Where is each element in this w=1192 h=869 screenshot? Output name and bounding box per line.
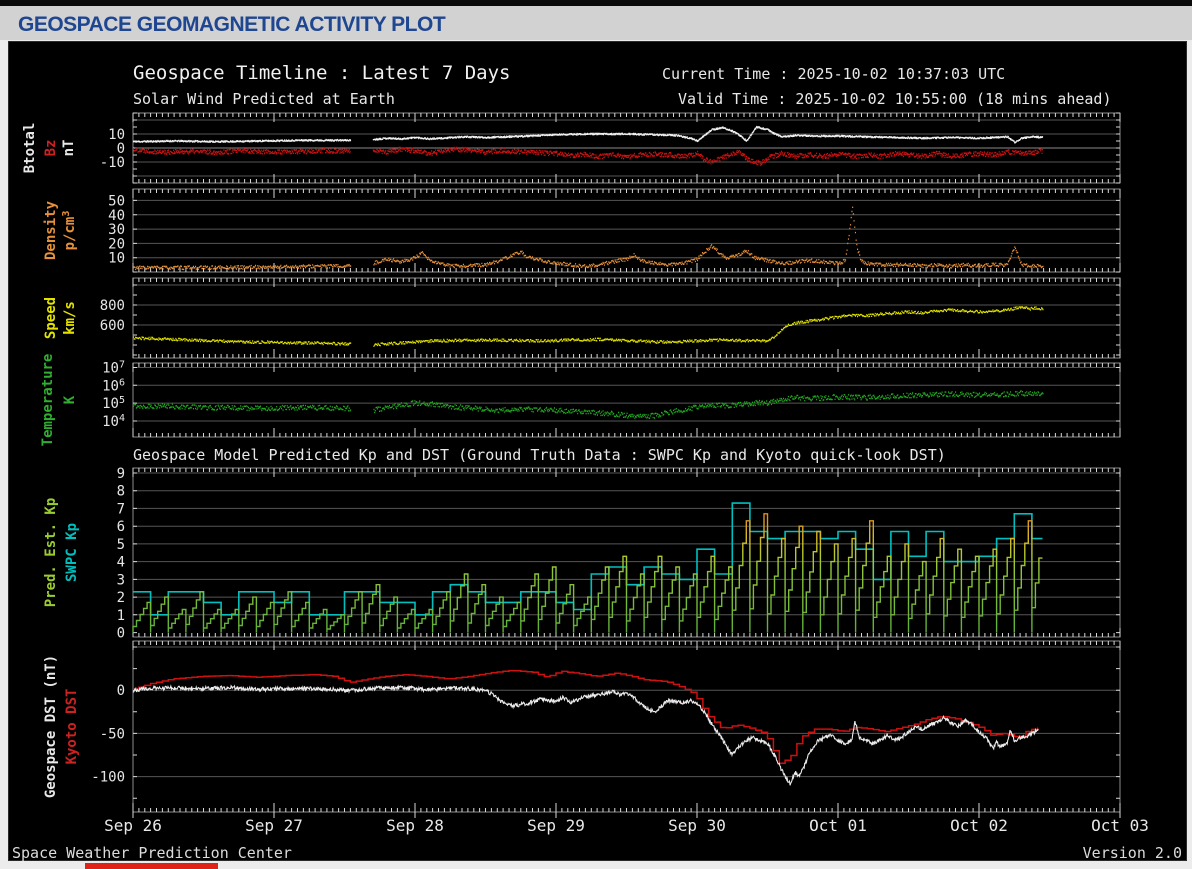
- footer-version-label: Version 2.0: [1082, 844, 1182, 862]
- panel-border: [132, 277, 1121, 359]
- y-tick-label: 4: [117, 555, 125, 571]
- x-ticks: [132, 363, 1121, 437]
- x-tick-label: Sep 28: [386, 816, 444, 835]
- page: GEOSPACE GEOMAGNETIC ACTIVITY PLOT 10 0 -1…: [0, 0, 1192, 869]
- y-tick-label: 6: [117, 519, 125, 535]
- y-ticks: [133, 199, 1120, 273]
- axis-label-density: Density: [43, 200, 59, 260]
- y-ticks: [133, 284, 1120, 356]
- bottom-red-bar: [85, 863, 218, 869]
- x-tick-label: Oct 03: [1091, 816, 1149, 835]
- series-kyoto-dst: [133, 669, 1039, 765]
- axis-label-p-cm: p/cm3: [61, 211, 78, 251]
- x-tick-label: Sep 29: [527, 816, 585, 835]
- y-tick-label: 2: [117, 590, 125, 606]
- y-tick-label: 3: [117, 572, 125, 588]
- x-tick-label: Oct 01: [809, 816, 867, 835]
- x-ticks: [132, 641, 1121, 818]
- series-geospace-dst: [132, 684, 1039, 786]
- y-tick-label: 5: [117, 537, 125, 553]
- x-axis-labels: Sep 26 Sep 27 Sep 28 Sep 29 Sep 30 Oct 01 Oct …: [104, 816, 1149, 835]
- x-ticks: [132, 278, 1121, 358]
- current-time-label: Current Time : 2025-10-02 10:37:03 UTC: [662, 65, 1006, 83]
- series-btotal: [133, 125, 1044, 144]
- y-tick-label: 8: [117, 484, 125, 500]
- x-tick-label: Sep 30: [668, 816, 726, 835]
- plot-title: Geospace Timeline : Latest 7 Days: [133, 62, 511, 84]
- series-speed: [133, 306, 1044, 347]
- axis-label-kyoto-dst: Kyoto DST: [64, 689, 80, 765]
- axis-label-k: K: [62, 395, 78, 404]
- y-tick-label: -10: [100, 155, 125, 171]
- axis-label-btotal: Btotal: [22, 123, 38, 174]
- panel-temp: 107106105104 Temperature K: [40, 354, 1121, 447]
- y-tick-label: 7: [117, 501, 125, 517]
- series-bz: [133, 146, 1044, 167]
- series-density: [133, 206, 1044, 271]
- axis-label-bz: Bz: [43, 140, 59, 157]
- axis-label-temperature: Temperature: [40, 354, 56, 447]
- valid-time-label: Valid Time : 2025-10-02 10:55:00 (18 min…: [678, 90, 1112, 108]
- axis-label-km-s: km/s: [62, 301, 78, 335]
- y-tick-label: 9: [117, 466, 125, 482]
- axis-label-swpc-kp: SWPC Kp: [64, 523, 80, 582]
- footer-source-label: Space Weather Prediction Center: [12, 844, 292, 862]
- panel-speed: 800 600 Speed km/s: [43, 277, 1121, 359]
- series-temperature: [133, 390, 1044, 420]
- axis-label-geospace-dst-nt-: Geospace DST (nT): [43, 655, 59, 798]
- panel-density: 5040302010Density p/cm3: [43, 188, 1121, 273]
- plot-subtitle: Solar Wind Predicted at Earth: [133, 90, 395, 108]
- panel-kp: 9876543210Pred. Est. Kp SWPC Kp: [43, 466, 1121, 642]
- axis-label-nt: nT: [61, 140, 77, 157]
- panel-mag: 100-10Btotal Bz nT: [22, 112, 1121, 184]
- x-tick-label: Sep 27: [245, 816, 303, 835]
- panel-border: [132, 362, 1121, 438]
- panel-dst: 0 -50 -100 Geospace DST (nT) Kyoto DST: [43, 640, 1121, 818]
- axis-label-speed: Speed: [43, 297, 59, 339]
- y-tick-label: -50: [100, 726, 125, 742]
- y-tick-label: 800: [100, 298, 125, 314]
- kp-dst-section-title: Geospace Model Predicted Kp and DST (Gro…: [133, 446, 946, 464]
- axis-label-pred-est-kp: Pred. Est. Kp: [43, 498, 59, 608]
- y-tick-label: 1: [117, 608, 125, 624]
- x-tick-label: Sep 26: [104, 816, 162, 835]
- y-tick-label: 107: [102, 360, 125, 377]
- y-tick-label: 10: [108, 251, 125, 267]
- y-tick-label: 600: [100, 318, 125, 334]
- x-tick-label: Oct 02: [950, 816, 1008, 835]
- y-tick-label: 0: [117, 626, 125, 642]
- y-tick-label: 0: [117, 683, 125, 699]
- y-tick-label: -100: [91, 770, 125, 786]
- y-tick-label: 104: [102, 413, 125, 430]
- y-tick-label: 105: [102, 395, 125, 412]
- y-tick-label: 106: [102, 377, 125, 394]
- plot-svg: 100-10Btotal Bz nT5040302010Density p/cm380…: [22, 112, 1149, 835]
